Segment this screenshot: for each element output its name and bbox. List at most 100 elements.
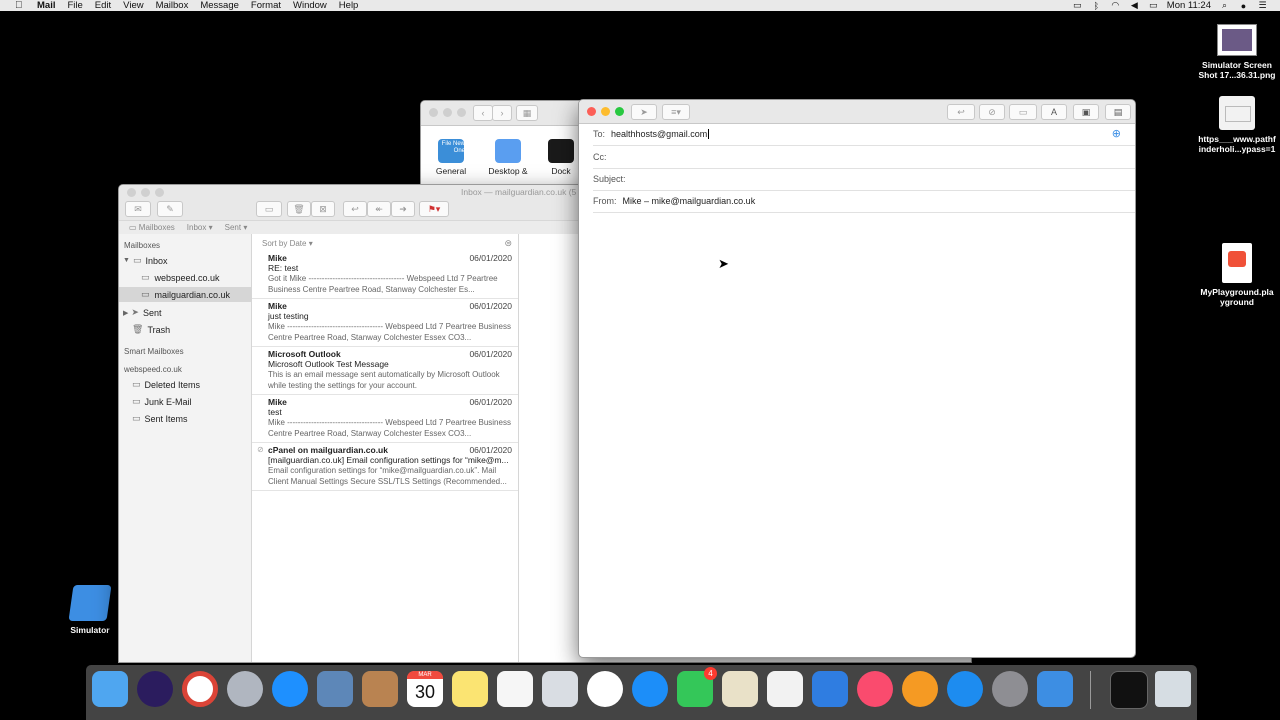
reminders-icon[interactable] [497,671,533,707]
message-body[interactable] [579,213,1135,657]
notification-center-icon[interactable]: ☰ [1257,0,1268,10]
calendar-icon[interactable]: MAR 30 [407,671,443,707]
menu-help[interactable]: Help [339,0,359,11]
apple-menu-icon[interactable]:  [15,0,27,11]
attach-button[interactable]: ⊘ [979,104,1005,120]
delete-button[interactable]: 🗑 [287,201,311,217]
list-item[interactable]: Microsoft Outlook 06/01/2020 Microsoft O… [252,347,518,395]
trash-icon[interactable] [1155,671,1191,707]
desktop-icon-simulator[interactable]: Simulator [60,585,120,635]
menu-message[interactable]: Message [200,0,239,11]
siri-icon[interactable]: ● [1238,1,1249,11]
flag-button[interactable]: ⚑▾ [419,201,449,217]
sidebar-item-inbox[interactable]: ▼ ▭ Inbox [119,253,251,268]
forward-button[interactable]: › [492,105,512,121]
zoom-button[interactable] [457,108,466,117]
subject-field[interactable]: Subject: [593,168,1135,191]
minimize-button[interactable] [141,188,150,197]
compose-button[interactable]: ✎ [157,201,183,217]
chrome-icon[interactable] [182,671,218,707]
get-mail-button[interactable]: ✉ [125,201,151,217]
junk-button[interactable]: ⊠ [311,201,335,217]
volume-icon[interactable]: ◀ [1129,0,1140,10]
facetime-icon[interactable]: 4 [677,667,717,707]
menu-view[interactable]: View [123,0,143,11]
wifi-icon[interactable]: ◠ [1110,0,1121,10]
from-select[interactable]: Mike – mike@mailguardian.co.uk [623,196,756,206]
menu-window[interactable]: Window [293,0,327,11]
prefs-general[interactable]: File New One General [433,139,469,176]
desktop-icon-playground[interactable]: MyPlayground.pla yground [1195,243,1279,307]
zoom-button[interactable] [615,107,624,116]
add-contact-icon[interactable]: ⊕ [1112,127,1121,140]
list-item[interactable]: Mike 06/01/2020 RE: test Got it Mike ---… [252,251,518,299]
forward-mail-button[interactable]: ➜ [391,201,415,217]
pages-icon[interactable] [722,671,758,707]
smart-mailboxes-header[interactable]: Smart Mailboxes [124,347,184,356]
back-button[interactable]: ‹ [473,105,493,121]
menubar-clock[interactable]: Mon 11:24 [1167,0,1211,11]
sort-by-menu[interactable]: Sort by Date ▾ [262,239,313,248]
sidebar-item-junk[interactable]: ▭ Junk E-Mail [119,394,251,409]
send-button[interactable]: ➤ [631,104,657,120]
from-field[interactable]: From: Mike – mike@mailguardian.co.uk [593,190,1135,213]
launchpad-icon[interactable] [227,671,263,707]
simulator-icon[interactable] [1037,671,1073,707]
favorites-inbox[interactable]: Inbox ▾ [187,223,213,232]
messages-icon[interactable] [632,671,668,707]
prefs-dock[interactable]: Dock [543,139,579,176]
minimize-button[interactable] [601,107,610,116]
menu-format[interactable]: Format [251,0,281,11]
sidebar-item-webspeed[interactable]: ▭ webspeed.co.uk [119,270,251,285]
menu-edit[interactable]: Edit [95,0,111,11]
close-button[interactable] [429,108,438,117]
system-preferences-icon[interactable] [992,671,1028,707]
favorites-mailboxes[interactable]: ▭ Mailboxes [129,223,175,232]
reply-button[interactable]: ↩ [343,201,367,217]
sidebar-item-trash[interactable]: 🗑 Trash [119,322,251,337]
disclosure-triangle-icon[interactable]: ▶ [123,309,128,317]
sidebar-item-deleted[interactable]: ▭ Deleted Items [119,377,251,392]
desktop-icon-webloc[interactable]: https___www.pathf inderholi...ypass=1 [1195,96,1279,154]
contacts-icon[interactable] [362,671,398,707]
reply-button[interactable]: ↩ [947,104,975,120]
filter-icon[interactable]: ⊜ [504,238,512,249]
list-item[interactable]: Mike 06/01/2020 just testing Mike ------… [252,299,518,347]
itunes-icon[interactable] [857,671,893,707]
menu-file[interactable]: File [67,0,82,11]
photos-icon[interactable] [587,671,623,707]
prefs-desktop[interactable]: Desktop & [483,139,533,176]
numbers-icon[interactable] [767,671,803,707]
preview-icon[interactable] [542,671,578,707]
to-field[interactable]: To: healthhosts@gmail.com ⊕ [593,123,1135,146]
close-button[interactable] [127,188,136,197]
list-item[interactable]: Mike 06/01/2020 test Mike --------------… [252,395,518,443]
stationery-button[interactable]: ▤ [1105,104,1131,120]
compose-window[interactable]: ➤ ≡▾ ↩ ⊘ ▭ A ▣ ▤ To: healthhosts@gmail.c… [579,100,1135,657]
safari-icon[interactable] [272,671,308,707]
books-icon[interactable] [902,671,938,707]
spotlight-search-icon[interactable]: ⌕ [1219,0,1230,10]
account-header[interactable]: webspeed.co.uk [124,365,182,374]
menu-app[interactable]: Mail [37,0,55,11]
list-item[interactable]: ⊘ cPanel on mailguardian.co.uk 06/01/202… [252,443,518,491]
keynote-icon[interactable] [812,671,848,707]
to-input[interactable]: healthhosts@gmail.com [611,129,710,139]
bluetooth-icon[interactable]: ᛒ [1091,1,1102,11]
header-fields-button[interactable]: ≡▾ [662,104,690,120]
finder-icon[interactable] [92,671,128,707]
notes-icon[interactable] [452,671,488,707]
screen-mirroring-icon[interactable]: ▭ [1072,0,1083,10]
format-button[interactable]: A [1041,104,1067,120]
disclosure-triangle-icon[interactable]: ▼ [123,257,130,264]
sidebar-item-sent-items[interactable]: ▭ Sent Items [119,411,251,426]
markup-button[interactable]: ▭ [1009,104,1037,120]
airplay-icon[interactable]: ▭ [1148,0,1159,10]
sidebar-item-sent[interactable]: ▶ ➤ Sent [119,305,251,320]
minimize-button[interactable] [443,108,452,117]
favorites-sent[interactable]: Sent ▾ [225,223,248,232]
cc-field[interactable]: Cc: [593,146,1135,169]
app-store-icon[interactable] [947,671,983,707]
archive-button[interactable]: ▭ [256,201,282,217]
reply-all-button[interactable]: ↞ [367,201,391,217]
